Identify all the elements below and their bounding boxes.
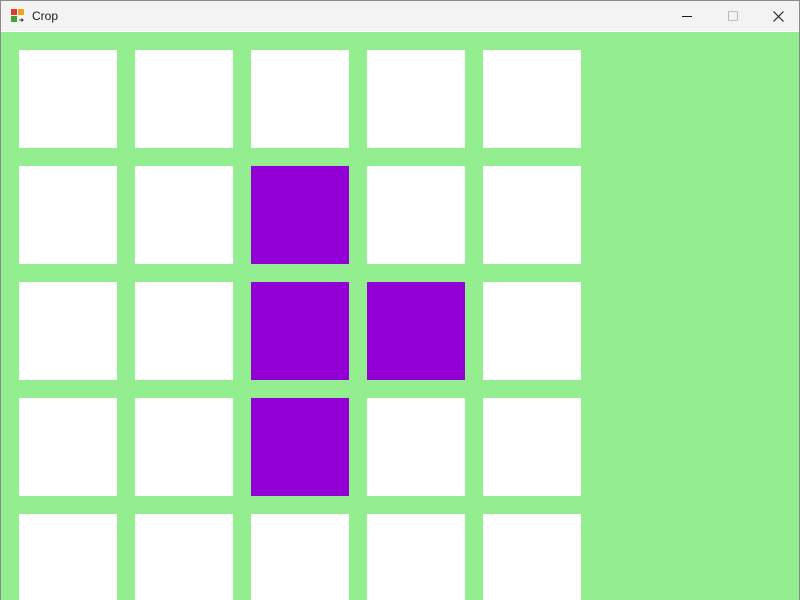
empty-cell[interactable] xyxy=(251,514,349,600)
minimize-button[interactable] xyxy=(664,1,710,31)
app-icon xyxy=(11,9,25,22)
title-bar[interactable]: Crop xyxy=(1,1,799,31)
empty-cell[interactable] xyxy=(251,50,349,148)
empty-cell[interactable] xyxy=(135,50,233,148)
empty-cell[interactable] xyxy=(19,282,117,380)
cell-grid xyxy=(19,50,581,600)
close-button[interactable] xyxy=(755,1,799,31)
empty-cell[interactable] xyxy=(367,514,465,600)
filled-cell[interactable] xyxy=(251,166,349,264)
empty-cell[interactable] xyxy=(19,514,117,600)
empty-cell[interactable] xyxy=(483,282,581,380)
empty-cell[interactable] xyxy=(483,514,581,600)
empty-cell[interactable] xyxy=(19,166,117,264)
empty-cell[interactable] xyxy=(367,398,465,496)
empty-cell[interactable] xyxy=(483,50,581,148)
empty-cell[interactable] xyxy=(135,166,233,264)
client-area xyxy=(1,32,799,600)
empty-cell[interactable] xyxy=(135,282,233,380)
filled-cell[interactable] xyxy=(251,398,349,496)
empty-cell[interactable] xyxy=(19,398,117,496)
empty-cell[interactable] xyxy=(483,166,581,264)
filled-cell[interactable] xyxy=(251,282,349,380)
app-window: Crop xyxy=(0,0,800,600)
minimize-icon xyxy=(682,16,692,17)
empty-cell[interactable] xyxy=(135,398,233,496)
window-title: Crop xyxy=(32,9,59,23)
empty-cell[interactable] xyxy=(367,166,465,264)
maximize-icon xyxy=(728,11,738,21)
empty-cell[interactable] xyxy=(19,50,117,148)
filled-cell[interactable] xyxy=(367,282,465,380)
empty-cell[interactable] xyxy=(367,50,465,148)
empty-cell[interactable] xyxy=(135,514,233,600)
close-icon xyxy=(772,10,784,22)
empty-cell[interactable] xyxy=(483,398,581,496)
maximize-button[interactable] xyxy=(710,1,756,31)
